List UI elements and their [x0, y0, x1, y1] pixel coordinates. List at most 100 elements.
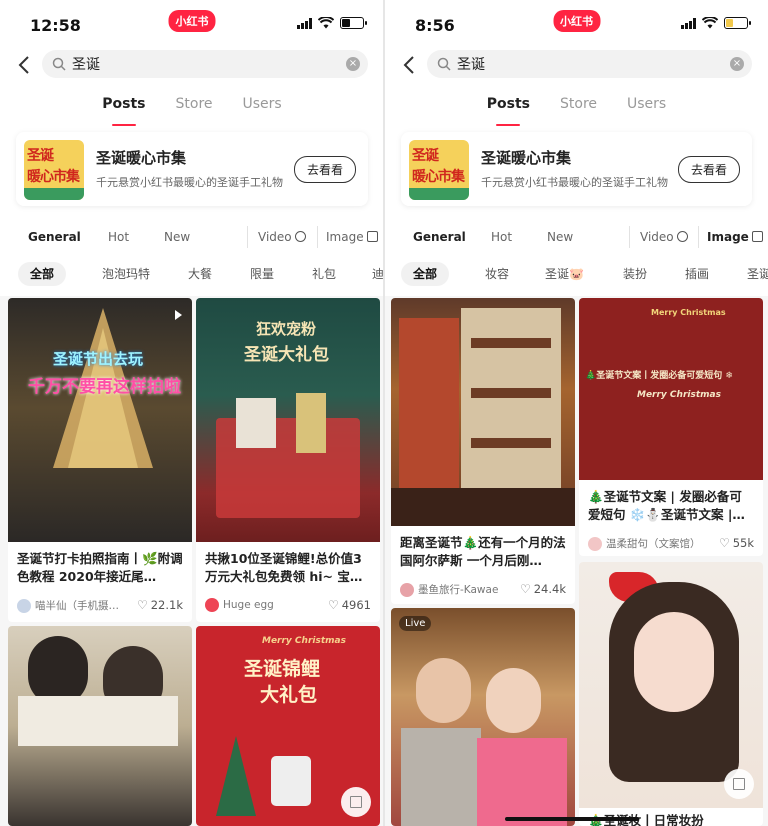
search-row: 圣诞 × — [0, 50, 384, 80]
filter-hot[interactable]: Hot — [491, 230, 512, 244]
filter-general[interactable]: General — [413, 230, 466, 244]
home-indicator — [505, 817, 639, 821]
search-input[interactable]: 圣诞 × — [42, 50, 368, 78]
avatar — [588, 536, 602, 551]
signal-icon — [681, 17, 696, 29]
banner-title: 圣诞暖心市集 — [96, 149, 187, 167]
chip[interactable]: 装扮 — [611, 262, 659, 286]
like-count[interactable]: ♡ 4961 — [328, 598, 371, 612]
filter-new[interactable]: New — [547, 230, 573, 244]
thumb-text: 圣诞 — [27, 148, 54, 164]
post-card[interactable]: 距离圣诞节🎄还有一个月的法国阿尔萨斯 一个月后刚… 墨鱼旅行-Kawae ♡ 24… — [391, 298, 575, 604]
clear-icon[interactable]: × — [730, 57, 744, 71]
back-arrow-icon[interactable] — [399, 53, 421, 77]
search-input[interactable]: 圣诞 × — [427, 50, 752, 78]
likes-value: 24.4k — [533, 582, 566, 596]
chip[interactable]: 迪斯 — [360, 262, 384, 286]
filter-general[interactable]: General — [28, 230, 81, 244]
filter-image[interactable]: Image — [326, 230, 378, 244]
battery-icon — [724, 17, 751, 29]
author-name: Huge egg — [223, 599, 274, 611]
avatar — [17, 598, 31, 613]
search-query: 圣诞 — [457, 57, 485, 73]
overlay-text: 圣诞大礼包 — [244, 345, 329, 365]
status-icons — [681, 17, 751, 29]
chip[interactable]: 泡泡玛特 — [90, 262, 162, 286]
filter-image[interactable]: Image — [707, 230, 763, 244]
likes-value: 22.1k — [150, 598, 183, 612]
overlay-text: 圣诞锦鲤 — [244, 658, 321, 680]
filter-image-label: Image — [707, 230, 749, 244]
post-card[interactable]: Merry Christmas 🎄圣诞节文案丨发圈必备可爱短句 ❄ Merry … — [579, 298, 763, 556]
tab-users[interactable]: Users — [243, 96, 282, 122]
sort-filter-bar: General Hot New Video Image — [0, 226, 384, 250]
search-icon — [52, 57, 66, 71]
chip[interactable]: 礼包 — [300, 262, 348, 286]
chip[interactable]: 插画 — [673, 262, 721, 286]
post-image: 狂欢宠粉 圣诞大礼包 — [196, 298, 380, 542]
overlay-text: 圣诞节出去玩 — [53, 350, 144, 368]
chip-all[interactable]: 全部 — [401, 262, 450, 286]
filter-hot[interactable]: Hot — [108, 230, 129, 244]
app-logo: 小红书 — [168, 10, 216, 32]
heart-icon: ♡ — [718, 536, 730, 550]
author-name: 温柔甜句（文案馆） — [606, 538, 698, 550]
tab-store[interactable]: Store — [560, 96, 597, 122]
play-circle-icon — [676, 231, 688, 242]
filter-video[interactable]: Video — [640, 230, 688, 244]
back-arrow-icon[interactable] — [14, 53, 36, 77]
overlay-text: 🎄圣诞节文案丨发圈必备可爱短句 ❄ — [585, 371, 733, 381]
banner-thumbnail: 圣诞 暖心市集 — [24, 140, 84, 200]
search-row: 圣诞 × — [385, 50, 768, 80]
post-card[interactable] — [8, 626, 192, 826]
post-image — [8, 626, 192, 826]
post-card[interactable]: 🎄圣诞妆丨日常妆扮 — [579, 562, 763, 826]
filter-video-label: Video — [640, 230, 674, 244]
overlay-text: 大礼包 — [260, 684, 318, 706]
overlay-text: 千万不要再这样拍啦 — [28, 377, 181, 397]
tab-posts[interactable]: Posts — [487, 96, 530, 126]
edit-icon[interactable] — [724, 769, 754, 799]
post-image: 圣诞节出去玩 千万不要再这样拍啦 — [8, 298, 192, 542]
status-bar: 8:56 小红书 — [385, 0, 768, 48]
battery-icon — [340, 17, 367, 29]
post-image — [391, 298, 575, 526]
search-tabs: Posts Store Users — [0, 96, 384, 126]
filter-video[interactable]: Video — [258, 230, 306, 244]
like-count[interactable]: ♡ 55k — [719, 536, 754, 550]
post-title: 圣诞节打卡拍照指南丨🌿附调色教程 2020年接近尾… — [17, 551, 183, 584]
post-title: 🎄圣诞节文案 | 发圈必备可爱短句 ❄️⛄圣诞节文案 |… — [588, 489, 745, 522]
promo-banner[interactable]: 圣诞 暖心市集 圣诞暖心市集 千元悬赏小红书最暖心的圣诞手工礼物 去看看 — [401, 132, 752, 206]
tab-store[interactable]: Store — [176, 96, 213, 122]
chip[interactable]: 圣诞 — [735, 262, 768, 286]
signal-icon — [297, 17, 312, 29]
post-author: Huge egg — [205, 598, 274, 612]
promo-banner[interactable]: 圣诞 暖心市集 圣诞暖心市集 千元悬赏小红书最暖心的圣诞手工礼物 去看看 — [16, 132, 368, 206]
tab-users[interactable]: Users — [627, 96, 666, 122]
avatar — [205, 598, 219, 612]
tab-posts[interactable]: Posts — [102, 96, 146, 126]
chip[interactable]: 大餐 — [176, 262, 224, 286]
edit-icon[interactable] — [341, 787, 371, 817]
filter-new[interactable]: New — [164, 230, 190, 244]
category-chips: 全部 泡泡玛特 大餐 限量 礼包 迪斯 — [10, 262, 384, 288]
banner-go-button[interactable]: 去看看 — [677, 156, 740, 183]
like-count[interactable]: ♡ 22.1k — [137, 598, 183, 612]
clear-icon[interactable]: × — [346, 57, 360, 71]
chip-all[interactable]: 全部 — [18, 262, 67, 286]
chip[interactable]: 妆容 — [473, 262, 521, 286]
post-card[interactable]: 圣诞节出去玩 千万不要再这样拍啦 圣诞节打卡拍照指南丨🌿附调色教程 2020年接… — [8, 298, 192, 622]
chip[interactable]: 限量 — [238, 262, 286, 286]
chip[interactable]: 圣诞🐷 — [533, 262, 596, 286]
post-author: 喵半仙（手机摄… — [17, 598, 119, 613]
banner-thumbnail: 圣诞 暖心市集 — [409, 140, 469, 200]
banner-go-button[interactable]: 去看看 — [293, 156, 356, 183]
post-image: Merry Christmas 🎄圣诞节文案丨发圈必备可爱短句 ❄ Merry … — [579, 298, 763, 480]
like-count[interactable]: ♡ 24.4k — [520, 582, 566, 596]
post-card[interactable]: Live — [391, 608, 575, 826]
banner-subtitle: 千元悬赏小红书最暖心的圣诞手工礼物 — [481, 176, 668, 189]
post-card[interactable]: Merry Christmas 圣诞锦鲤 大礼包 — [196, 626, 380, 826]
status-bar: 12:58 小红书 — [0, 0, 384, 48]
live-badge: Live — [399, 616, 432, 631]
post-card[interactable]: 狂欢宠粉 圣诞大礼包 共揪10位圣诞锦鲤!总价值3万元大礼包免费领 hi~ 宝…… — [196, 298, 380, 622]
